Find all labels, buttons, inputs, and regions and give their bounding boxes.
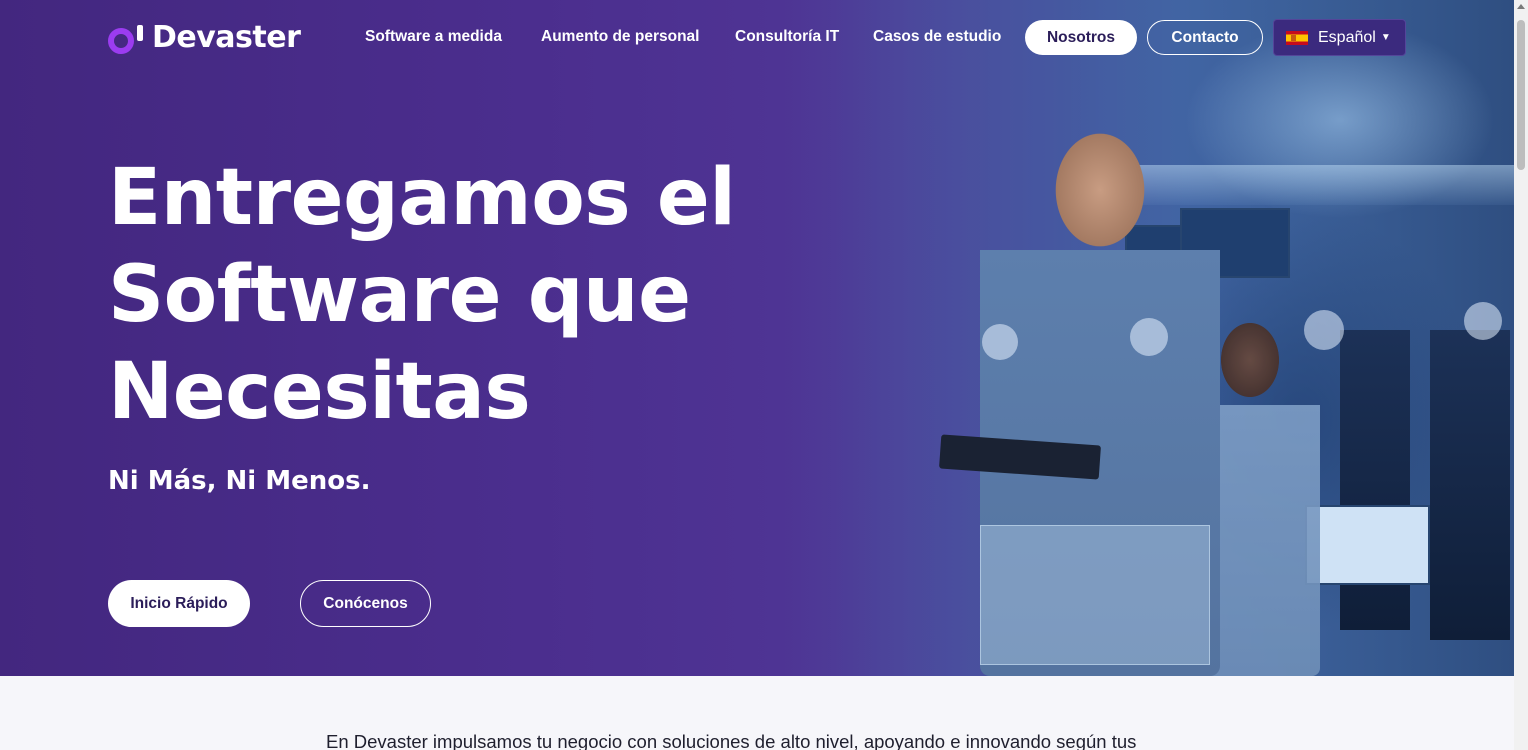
light-bubble — [1304, 310, 1344, 350]
know-us-button[interactable]: Conócenos — [300, 580, 431, 627]
light-bubble — [982, 324, 1018, 360]
light-bubble — [1130, 318, 1168, 356]
scrollbar-thumb[interactable] — [1517, 20, 1525, 170]
intro-paragraph: En Devaster impulsamos tu negocio con so… — [326, 731, 1137, 750]
quick-start-button[interactable]: Inicio Rápido — [108, 580, 250, 627]
light-bubble — [1464, 302, 1502, 340]
language-label: Español — [1318, 28, 1376, 46]
brand-logo[interactable]: Devaster — [108, 20, 301, 55]
nav-link-it-consulting[interactable]: Consultoría IT — [735, 28, 839, 46]
caret-down-icon: ▼ — [1380, 32, 1391, 43]
spain-flag-icon — [1286, 30, 1308, 45]
headline-line: Necesitas — [108, 347, 531, 437]
top-navbar: Devaster Software a medida Aumento de pe… — [0, 0, 1514, 76]
headline-line: Entregamos el — [108, 153, 736, 243]
about-us-button[interactable]: Nosotros — [1025, 20, 1137, 55]
headline-line: Software que — [108, 250, 691, 340]
intro-section: En Devaster impulsamos tu negocio con so… — [0, 676, 1514, 750]
brand-name: Devaster — [152, 20, 301, 55]
hero-section: Entregamos el Software que Necesitas Ni … — [0, 0, 1514, 676]
language-selector[interactable]: Español ▼ — [1273, 19, 1406, 56]
contact-button[interactable]: Contacto — [1147, 20, 1263, 55]
devaster-logo-icon — [108, 22, 148, 54]
transparent-screen — [980, 525, 1210, 665]
page: Entregamos el Software que Necesitas Ni … — [0, 0, 1528, 750]
server-rack — [1430, 330, 1510, 640]
vertical-scrollbar[interactable] — [1514, 0, 1528, 750]
nav-link-case-studies[interactable]: Casos de estudio — [873, 28, 1001, 46]
scroll-up-arrow-icon[interactable] — [1517, 4, 1525, 9]
hero-headline: Entregamos el Software que Necesitas — [108, 150, 768, 441]
hero-subheadline: Ni Más, Ni Menos. — [108, 466, 371, 496]
desk-monitor — [1305, 505, 1430, 585]
server-rack — [1340, 330, 1410, 630]
hero-photo — [780, 0, 1514, 676]
nav-link-custom-software[interactable]: Software a medida — [365, 28, 502, 46]
nav-link-staff-augmentation[interactable]: Aumento de personal — [541, 28, 699, 46]
